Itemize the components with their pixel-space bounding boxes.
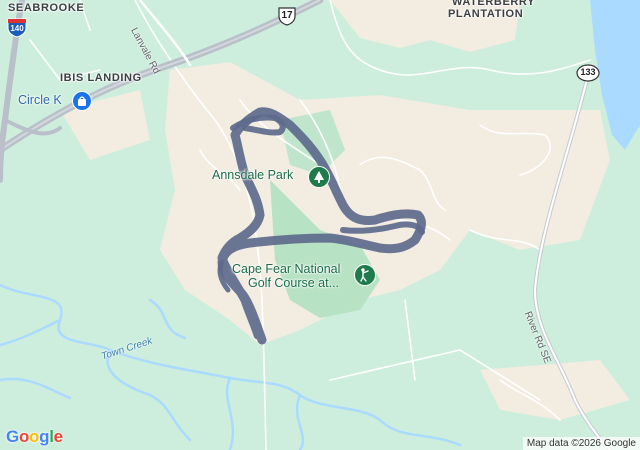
tree-icon[interactable] [308,166,330,188]
google-logo-letter: g [39,427,50,446]
developed-area [480,360,630,420]
golfer-glyph [360,268,369,282]
google-logo-letter: o [18,427,30,446]
shopping-bag-icon[interactable] [72,91,92,111]
area-label-waterberry: WATERBERRY [452,0,535,8]
interstate-shield-number: 140 [10,24,24,33]
interstate-shield-icon: 140 [6,16,28,38]
area-label-ibis-landing: IBIS LANDING [60,72,142,84]
us-route-shield-icon: 17 [276,6,298,26]
area-label-seabrooke: SEABROOKE [8,2,85,14]
poi-label-golf-course-line2[interactable]: Golf Course at... [248,276,339,290]
us-route-shield-number: 17 [281,10,293,21]
tree-glyph [314,171,324,183]
google-logo-letter: G [6,427,19,446]
google-logo-letter: o [29,427,40,446]
state-route-shield-icon: 133 [576,64,600,82]
map-canvas[interactable]: SEABROOKE IBIS LANDING WATERBERRY PLANTA… [0,0,640,450]
shopping-bag-glyph [78,96,86,106]
map-attribution[interactable]: Map data ©2026 Google [522,437,640,450]
poi-label-golf-course-line1[interactable]: Cape Fear National [232,262,340,276]
area-label-plantation: PLANTATION [448,8,524,20]
google-logo-letters: Google [6,427,63,446]
state-route-shield-number: 133 [580,67,596,77]
google-logo-letter: e [53,427,63,446]
poi-label-circle-k[interactable]: Circle K [18,93,62,107]
google-logo[interactable]: Google [6,427,63,447]
golfer-icon[interactable] [354,264,376,286]
poi-label-annsdale-park[interactable]: Annsdale Park [212,168,293,182]
map-base [0,0,640,450]
